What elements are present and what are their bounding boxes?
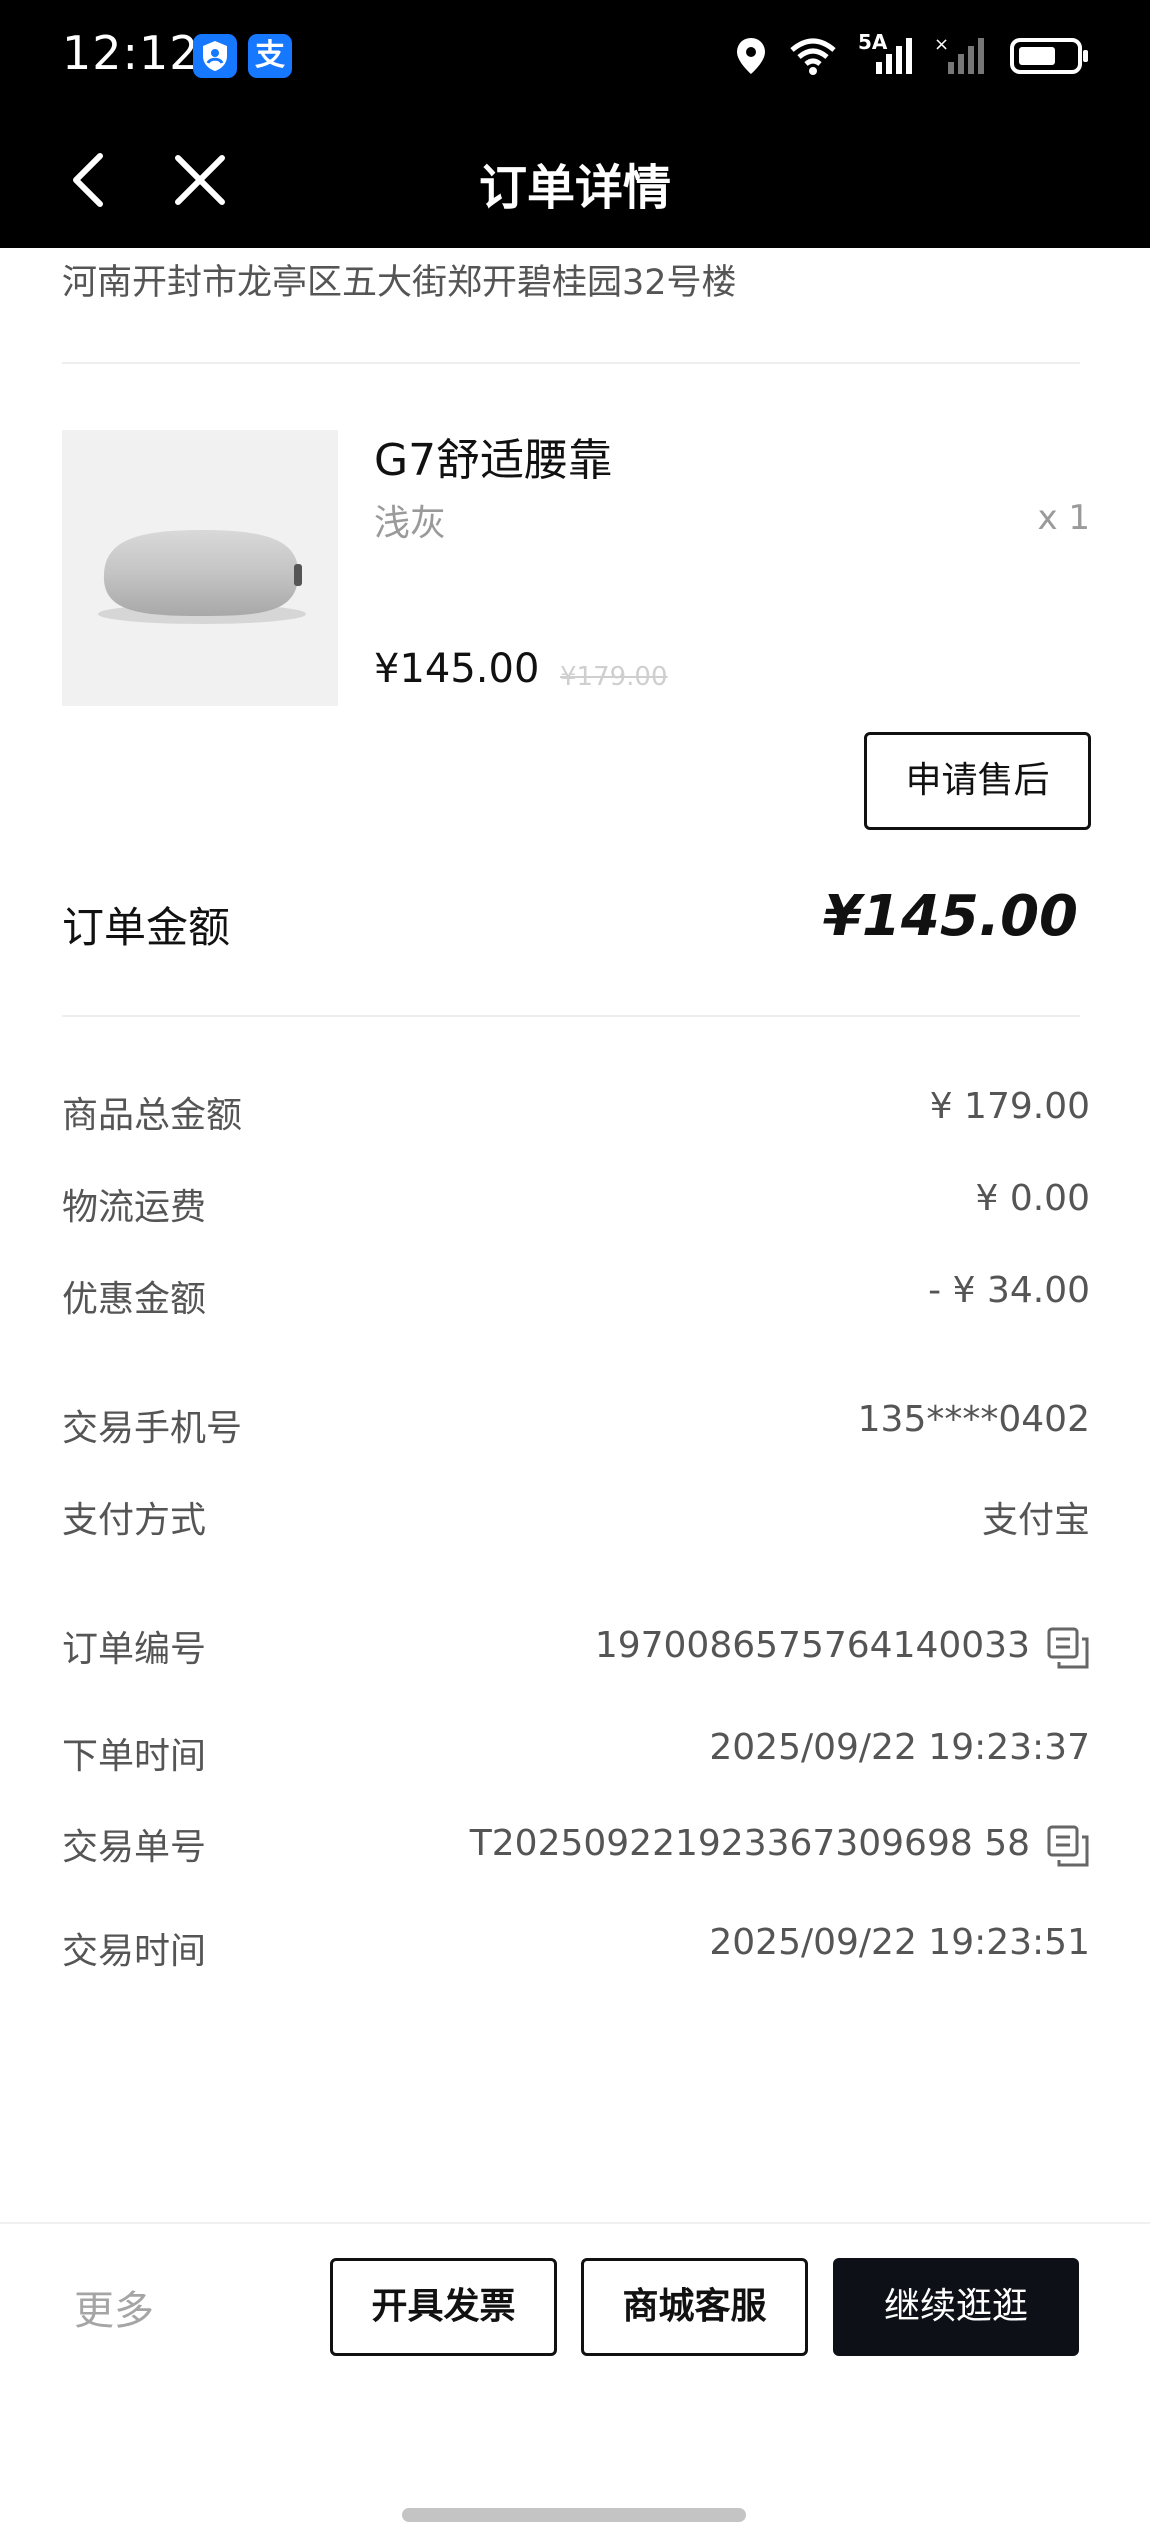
- detail-label-order-time: 下单时间: [62, 1736, 207, 1777]
- location-icon: [737, 38, 765, 74]
- copy-icon[interactable]: [1046, 1626, 1090, 1670]
- product-variant: 浅灰: [374, 503, 447, 544]
- divider: [62, 1015, 1080, 1017]
- shipping-address: 河南开封市龙亭区五大街郑开碧桂园32号楼: [62, 263, 737, 303]
- alipay-icon: 支: [248, 34, 292, 78]
- continue-shopping-button[interactable]: 继续逛逛: [833, 2258, 1079, 2356]
- product-original-price: ¥179.00: [560, 662, 668, 692]
- divider: [62, 362, 1080, 364]
- issue-invoice-button[interactable]: 开具发票: [330, 2258, 557, 2356]
- detail-value-discount: - ¥ 34.00: [928, 1270, 1090, 1311]
- detail-label-transaction-number: 交易单号: [62, 1827, 207, 1868]
- customer-service-button[interactable]: 商城客服: [581, 2258, 808, 2356]
- cellular-signal-2-icon: ×: [934, 34, 984, 74]
- detail-value-subtotal: ¥ 179.00: [929, 1086, 1090, 1127]
- more-button[interactable]: 更多: [74, 2278, 154, 2336]
- detail-value-order-number: 1970086575764140033: [594, 1625, 1030, 1666]
- order-total-value: ¥145.00: [822, 884, 1078, 949]
- status-bar: 12:12 支 5A ×: [0, 0, 1150, 110]
- cellular-signal-icon: 5A: [858, 30, 914, 78]
- detail-label-subtotal: 商品总金额: [62, 1095, 243, 1136]
- product-price: ¥145.00: [374, 646, 540, 692]
- svg-text:×: ×: [934, 34, 949, 55]
- nav-bar: 订单详情: [0, 110, 1150, 248]
- detail-label-shipping: 物流运费: [62, 1187, 207, 1228]
- product-name[interactable]: G7舒适腰靠: [374, 424, 612, 488]
- copy-icon[interactable]: [1046, 1824, 1090, 1868]
- page-title: 订单详情: [478, 160, 671, 216]
- order-total-label: 订单金额: [62, 903, 231, 952]
- product-image[interactable]: [62, 430, 338, 706]
- detail-label-phone: 交易手机号: [62, 1408, 243, 1449]
- product-quantity: x 1: [1037, 498, 1090, 538]
- detail-label-discount: 优惠金额: [62, 1279, 207, 1320]
- battery-icon: [1010, 38, 1088, 74]
- detail-value-transaction-time: 2025/09/22 19:23:51: [709, 1922, 1090, 1963]
- wifi-icon: [790, 38, 836, 75]
- status-icons: 5A ×: [734, 30, 1090, 82]
- shield-user-icon: [193, 34, 237, 78]
- detail-label-transaction-time: 交易时间: [62, 1931, 207, 1972]
- detail-value-transaction-number: T202509221923367309698 58: [469, 1823, 1030, 1864]
- detail-value-payment: 支付宝: [981, 1500, 1090, 1541]
- detail-value-order-time: 2025/09/22 19:23:37: [709, 1727, 1090, 1768]
- lumbar-pillow-image: [98, 530, 306, 624]
- status-time: 12:12: [62, 26, 200, 80]
- after-sale-button[interactable]: 申请售后: [864, 732, 1091, 830]
- detail-value-shipping: ¥ 0.00: [975, 1178, 1090, 1219]
- detail-value-phone: 135****0402: [857, 1399, 1090, 1440]
- home-indicator[interactable]: [402, 2508, 746, 2522]
- detail-label-payment: 支付方式: [62, 1500, 207, 1541]
- detail-label-order-number: 订单编号: [62, 1629, 207, 1670]
